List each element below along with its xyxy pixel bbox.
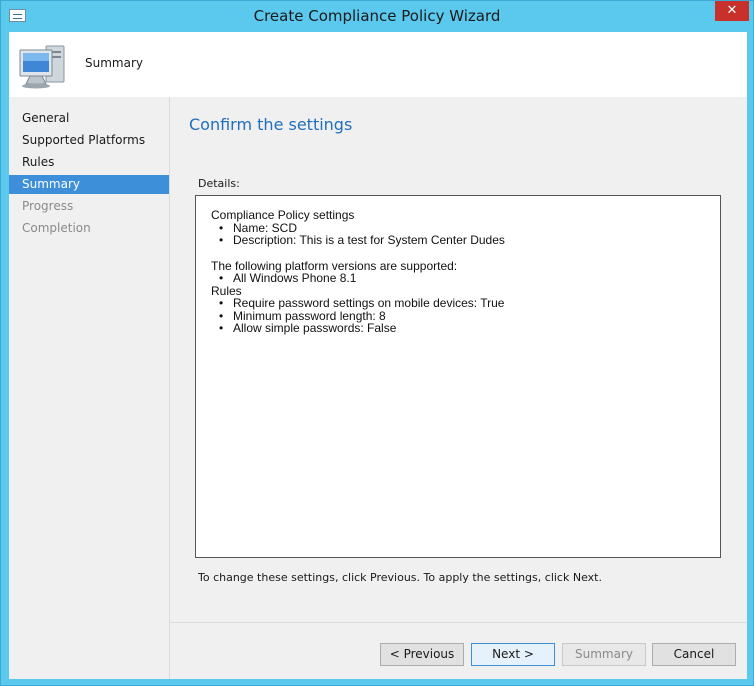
nav-item-completion: Completion xyxy=(22,221,91,235)
nav-item-supported-platforms[interactable]: Supported Platforms xyxy=(9,131,169,150)
wizard-main: Confirm the settings Details: Compliance… xyxy=(170,97,747,679)
details-textbox[interactable]: Compliance Policy settings Name: SCD Des… xyxy=(195,195,721,558)
title-bar[interactable]: Create Compliance Policy Wizard ✕ xyxy=(1,1,753,32)
footer-note: To change these settings, click Previous… xyxy=(198,571,602,584)
wizard-header: Summary xyxy=(9,32,747,97)
details-item: Require password settings on mobile devi… xyxy=(211,297,705,310)
window-title: Create Compliance Policy Wizard xyxy=(253,7,501,25)
previous-button[interactable]: < Previous xyxy=(380,643,464,666)
cancel-button[interactable]: Cancel xyxy=(652,643,736,666)
nav-item-rules[interactable]: Rules xyxy=(9,153,169,172)
next-button[interactable]: Next > xyxy=(471,643,555,666)
wizard-nav: General Supported Platforms Rules Summar… xyxy=(9,97,170,679)
close-button[interactable]: ✕ xyxy=(715,1,749,21)
nav-item-summary[interactable]: Summary xyxy=(9,175,169,194)
details-label: Details: xyxy=(198,177,240,190)
details-item: All Windows Phone 8.1 xyxy=(211,272,705,285)
computer-icon xyxy=(19,45,65,89)
details-item: Allow simple passwords: False xyxy=(211,322,705,335)
details-section-title: Compliance Policy settings xyxy=(211,208,355,222)
header-title: Summary xyxy=(85,56,143,70)
details-item: Description: This is a test for System C… xyxy=(211,234,705,247)
wizard-window: Create Compliance Policy Wizard ✕ Summar… xyxy=(0,0,754,686)
nav-item-progress: Progress xyxy=(22,199,74,213)
wizard-client: Summary General Supported Platforms Rule… xyxy=(9,32,747,679)
summary-button: Summary xyxy=(562,643,646,666)
footer-divider xyxy=(170,622,747,623)
page-heading: Confirm the settings xyxy=(189,115,353,134)
nav-item-general[interactable]: General xyxy=(9,109,169,128)
